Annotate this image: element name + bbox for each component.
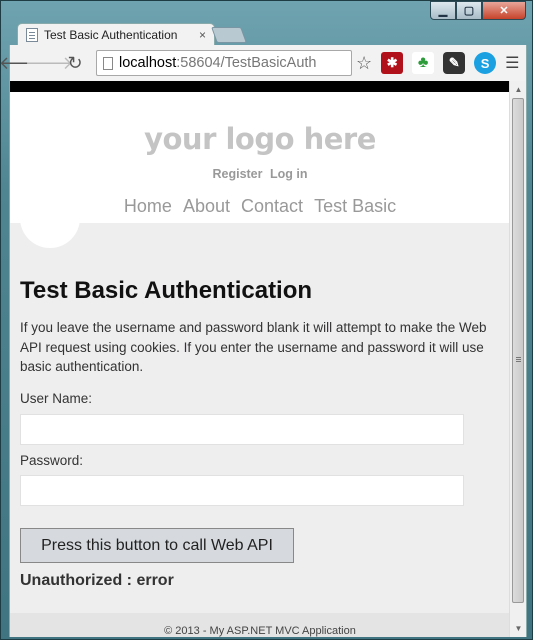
address-bar[interactable]: localhost:58604/TestBasicAuth [96, 50, 352, 76]
new-tab-button[interactable] [211, 27, 247, 43]
call-web-api-button[interactable]: Press this button to call Web API [20, 528, 294, 563]
password-label: Password: [20, 453, 84, 468]
footer-text: © 2013 - My ASP.NET MVC Application [164, 625, 356, 637]
tab-bar: Test Basic Authentication × [9, 23, 532, 45]
nav-about[interactable]: About [183, 196, 230, 216]
page-icon [103, 56, 113, 70]
maximize-button[interactable]: ▢ [456, 1, 482, 20]
username-label: User Name: [20, 391, 93, 406]
page-icon [26, 27, 38, 42]
login-link[interactable]: Log in [270, 167, 308, 181]
result-status: Unauthorized : error [20, 572, 174, 589]
site-header: your logo here Register Log in Home Abou… [10, 92, 526, 223]
minimize-button[interactable]: ▁ [430, 1, 456, 20]
menu-icon[interactable]: ☰ [505, 53, 519, 73]
url-text: localhost:58604/TestBasicAuth [119, 55, 345, 71]
nav-home[interactable]: Home [124, 196, 172, 216]
tab-title: Test Basic Authentication [44, 27, 178, 42]
grip-icon [516, 357, 521, 358]
password-input[interactable] [20, 475, 464, 506]
auth-links: Register Log in [10, 167, 510, 181]
site-logo[interactable]: your logo here [10, 122, 510, 156]
username-input[interactable] [20, 414, 464, 445]
evernote-extension-icon[interactable]: ✎ [443, 52, 466, 74]
scroll-up-icon[interactable]: ▲ [510, 81, 526, 98]
page-title: Test Basic Authentication [20, 277, 313, 304]
main-nav: Home About Contact Test Basic [10, 196, 510, 217]
scrollbar-thumb[interactable] [512, 98, 524, 603]
register-link[interactable]: Register [212, 167, 262, 181]
extension-icon[interactable]: ♣ [412, 52, 435, 74]
nav-test-basic[interactable]: Test Basic [314, 196, 396, 216]
header-bubble [20, 213, 80, 248]
tab-test-basic-authentication[interactable]: Test Basic Authentication × [17, 23, 215, 45]
browser-window: ▁ ▢ ✕ Test Basic Authentication × 🡐 🡒 ↻ … [0, 0, 533, 640]
window-controls: ▁ ▢ ✕ [430, 1, 526, 20]
url-path: :58604/TestBasicAuth [176, 55, 317, 71]
vertical-scrollbar[interactable]: ▲ ▼ [509, 81, 526, 637]
lastpass-extension-icon[interactable]: ✱ [381, 52, 404, 74]
tab-close-icon[interactable]: × [199, 28, 206, 42]
main-content: Test Basic Authentication If you leave t… [10, 213, 526, 615]
top-strip [10, 81, 526, 92]
skype-extension-icon[interactable]: S [474, 52, 497, 74]
window-close-button[interactable]: ✕ [482, 1, 526, 20]
description-text: If you leave the username and password b… [20, 320, 487, 374]
scroll-down-icon[interactable]: ▼ [510, 620, 526, 637]
forward-button[interactable]: 🡒 [25, 50, 73, 76]
nav-contact[interactable]: Contact [241, 196, 303, 216]
bookmark-star-icon[interactable]: ☆ [356, 53, 372, 74]
reload-button[interactable]: ↻ [62, 50, 88, 76]
site-footer: © 2013 - My ASP.NET MVC Application [10, 613, 510, 637]
url-host: localhost [119, 55, 177, 71]
browser-toolbar: 🡐 🡒 ↻ localhost:58604/TestBasicAuth ☆ ✱ … [0, 45, 527, 81]
page-viewport: your logo here Register Log in Home Abou… [9, 81, 527, 637]
